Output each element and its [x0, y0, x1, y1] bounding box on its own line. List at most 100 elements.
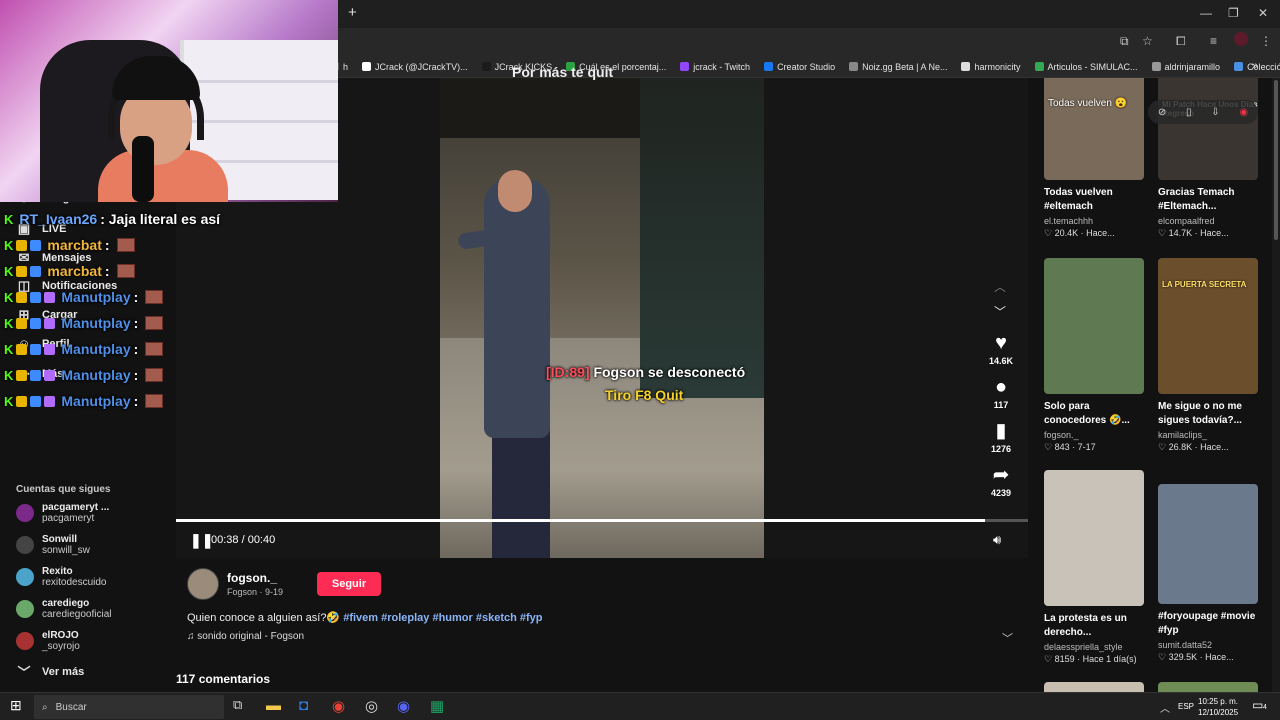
video-top-caption: Por más te quit: [512, 64, 614, 80]
media-icon[interactable]: ≡: [1210, 34, 1217, 48]
task-view-icon[interactable]: ⧉: [233, 697, 242, 713]
card-author[interactable]: elcompaalfred: [1158, 216, 1258, 226]
chat-badge-icon: [44, 369, 56, 381]
card-title: Me sigue o no me sigues todavía?...: [1158, 401, 1242, 426]
bookmark-label: Creator Studio: [777, 61, 836, 72]
new-tab-button[interactable]: +: [348, 4, 357, 21]
card-author[interactable]: el.temachhh: [1044, 216, 1144, 226]
discord-icon[interactable]: ◉: [397, 697, 410, 715]
extensions-icon[interactable]: ⧠: [1176, 34, 1186, 49]
bookmark-label: h: [343, 61, 349, 72]
bookmark-item[interactable]: aldrinjaramillo: [1151, 61, 1221, 72]
kick-badge-icon: K: [4, 367, 14, 383]
card-stats: ♡ 26.8K · Hace...: [1158, 442, 1229, 452]
kick-badge-icon: K: [4, 393, 14, 409]
chat-text: : Jaja literal es así: [100, 211, 221, 227]
phone-icon[interactable]: ▯: [1186, 107, 1192, 118]
link-icon[interactable]: ⊘: [1158, 107, 1166, 118]
video-thumbnail[interactable]: [1158, 484, 1258, 604]
bookmark-favicon-icon: [680, 62, 690, 71]
scrollbar[interactable]: [1272, 78, 1280, 692]
bookmark-label: jcrack - Twitch: [693, 61, 751, 72]
chat-message: K Manutplay :: [4, 341, 164, 357]
kick-badge-icon: K: [4, 289, 14, 305]
chat-badge-icon: [30, 265, 42, 277]
chat-message: Kmarcbat :: [4, 263, 135, 279]
bookmark-label: aldrinjaramillo: [1164, 61, 1221, 72]
chat-emote-icon: [145, 368, 164, 382]
download-icon[interactable]: ⇩: [1211, 107, 1219, 118]
chat-badge-icon: [30, 369, 42, 381]
star-icon[interactable]: ☆: [1142, 34, 1153, 48]
card-title: #foryoupage #movie #fyp: [1158, 611, 1256, 636]
card-title: La protesta es un derecho...: [1044, 613, 1127, 638]
bookmark-item[interactable]: Noiz.gg Beta | A Ne...: [849, 62, 947, 72]
chat-username: Manutplay: [61, 315, 131, 331]
video-thumbnail[interactable]: [1044, 470, 1144, 606]
close-icon[interactable]: ✕: [1258, 6, 1268, 20]
profile-icon[interactable]: [1234, 32, 1248, 46]
bookmark-label: harmonicity: [974, 61, 1021, 72]
file-explorer-icon[interactable]: ▬: [266, 697, 281, 714]
card-title: Todas vuelven #eltemach: [1044, 187, 1113, 212]
clock-time: 10:25 p. m.: [1198, 697, 1239, 706]
tray-chevron-icon[interactable]: ︿: [1160, 700, 1170, 715]
install-app-icon[interactable]: ⧉: [1120, 34, 1129, 49]
bookmark-item[interactable]: harmonicity: [961, 61, 1021, 72]
notification-icon[interactable]: ▭: [1252, 698, 1263, 712]
bookmark-favicon-icon: [1034, 62, 1044, 71]
bookmark-favicon-icon: [961, 62, 971, 71]
chat-badge-icon: [44, 291, 56, 303]
chat-badge-icon: [16, 369, 28, 381]
thumbnail-caption: LA PUERTA SECRETA: [1162, 280, 1247, 289]
extension-logo-icon[interactable]: ◉: [1239, 107, 1248, 118]
card-stats: ♡ 843 · 7-17: [1044, 442, 1096, 452]
chat-message: K RT_Ivaan26 : Jaja literal es así: [4, 211, 220, 227]
card-author[interactable]: sumit.datta52: [1158, 640, 1258, 650]
kick-badge-icon: K: [4, 263, 14, 279]
chat-text: :: [133, 315, 139, 331]
bookmarks-more-icon[interactable]: »: [1252, 60, 1258, 72]
card-title: Solo para conocedores 🤣...: [1044, 401, 1130, 426]
video-thumbnail[interactable]: [1044, 258, 1144, 394]
chat-badge-icon: [30, 395, 42, 407]
card-author[interactable]: kamilaclips_: [1158, 430, 1258, 440]
chat-emote-icon: [116, 238, 135, 252]
chrome-icon[interactable]: ◉: [332, 697, 345, 715]
chat-username: Manutplay: [61, 393, 131, 409]
chat-badge-icon: [30, 291, 42, 303]
menu-icon[interactable]: ⋮: [1260, 34, 1272, 48]
kick-badge-icon: K: [4, 341, 14, 357]
bookmark-favicon-icon: [764, 62, 774, 71]
bookmark-item[interactable]: Articulos - SIMULAC...: [1034, 62, 1138, 72]
language-indicator[interactable]: ESP: [1178, 702, 1194, 711]
bookmark-item[interactable]: Creator Studio: [764, 62, 835, 72]
video-thumbnail[interactable]: LA PUERTA SECRETA: [1158, 258, 1258, 394]
chat-badge-icon: [16, 317, 28, 329]
bookmark-item[interactable]: JCrack (@JCrackTV)...: [362, 62, 468, 72]
outlook-icon[interactable]: ◘: [299, 697, 308, 714]
minimize-icon[interactable]: —: [1200, 6, 1212, 20]
card-author[interactable]: delaesspriella_style: [1044, 642, 1144, 652]
related-video-card[interactable]: Solo para conocedores 🤣... fogson._ ♡ 843 …: [1044, 258, 1144, 453]
clock-date: 12/10/2025: [1198, 708, 1239, 717]
card-author[interactable]: fogson._: [1044, 430, 1144, 440]
related-video-card[interactable]: #foryoupage #movie #fyp sumit.datta52 ♡ 32…: [1158, 484, 1258, 663]
notification-count: 4: [1263, 704, 1267, 711]
chat-badge-icon: [16, 395, 28, 407]
bookmark-favicon-icon: [362, 62, 372, 71]
maximize-icon[interactable]: ❐: [1228, 6, 1239, 20]
grid-placeholder-left: [1044, 682, 1144, 692]
webcam-microphone: [132, 136, 154, 202]
related-video-card[interactable]: La protesta es un derecho... delaesspriel…: [1044, 470, 1144, 665]
excel-icon[interactable]: ▦: [430, 697, 444, 715]
chat-username: Manutplay: [61, 289, 131, 305]
chat-badge-icon: [44, 343, 56, 355]
bookmark-item[interactable]: jcrack - Twitch: [680, 62, 750, 72]
taskbar-search[interactable]: ⌕ Buscar: [34, 695, 224, 719]
chat-text: :: [133, 393, 139, 409]
related-video-card[interactable]: LA PUERTA SECRETA Me sigue o no me sigues…: [1158, 258, 1258, 453]
windows-start-icon[interactable]: ⊞: [10, 697, 22, 714]
obs-icon[interactable]: ◎: [365, 697, 378, 715]
taskbar-clock[interactable]: 10:25 p. m. 12/10/2025: [1198, 696, 1238, 718]
